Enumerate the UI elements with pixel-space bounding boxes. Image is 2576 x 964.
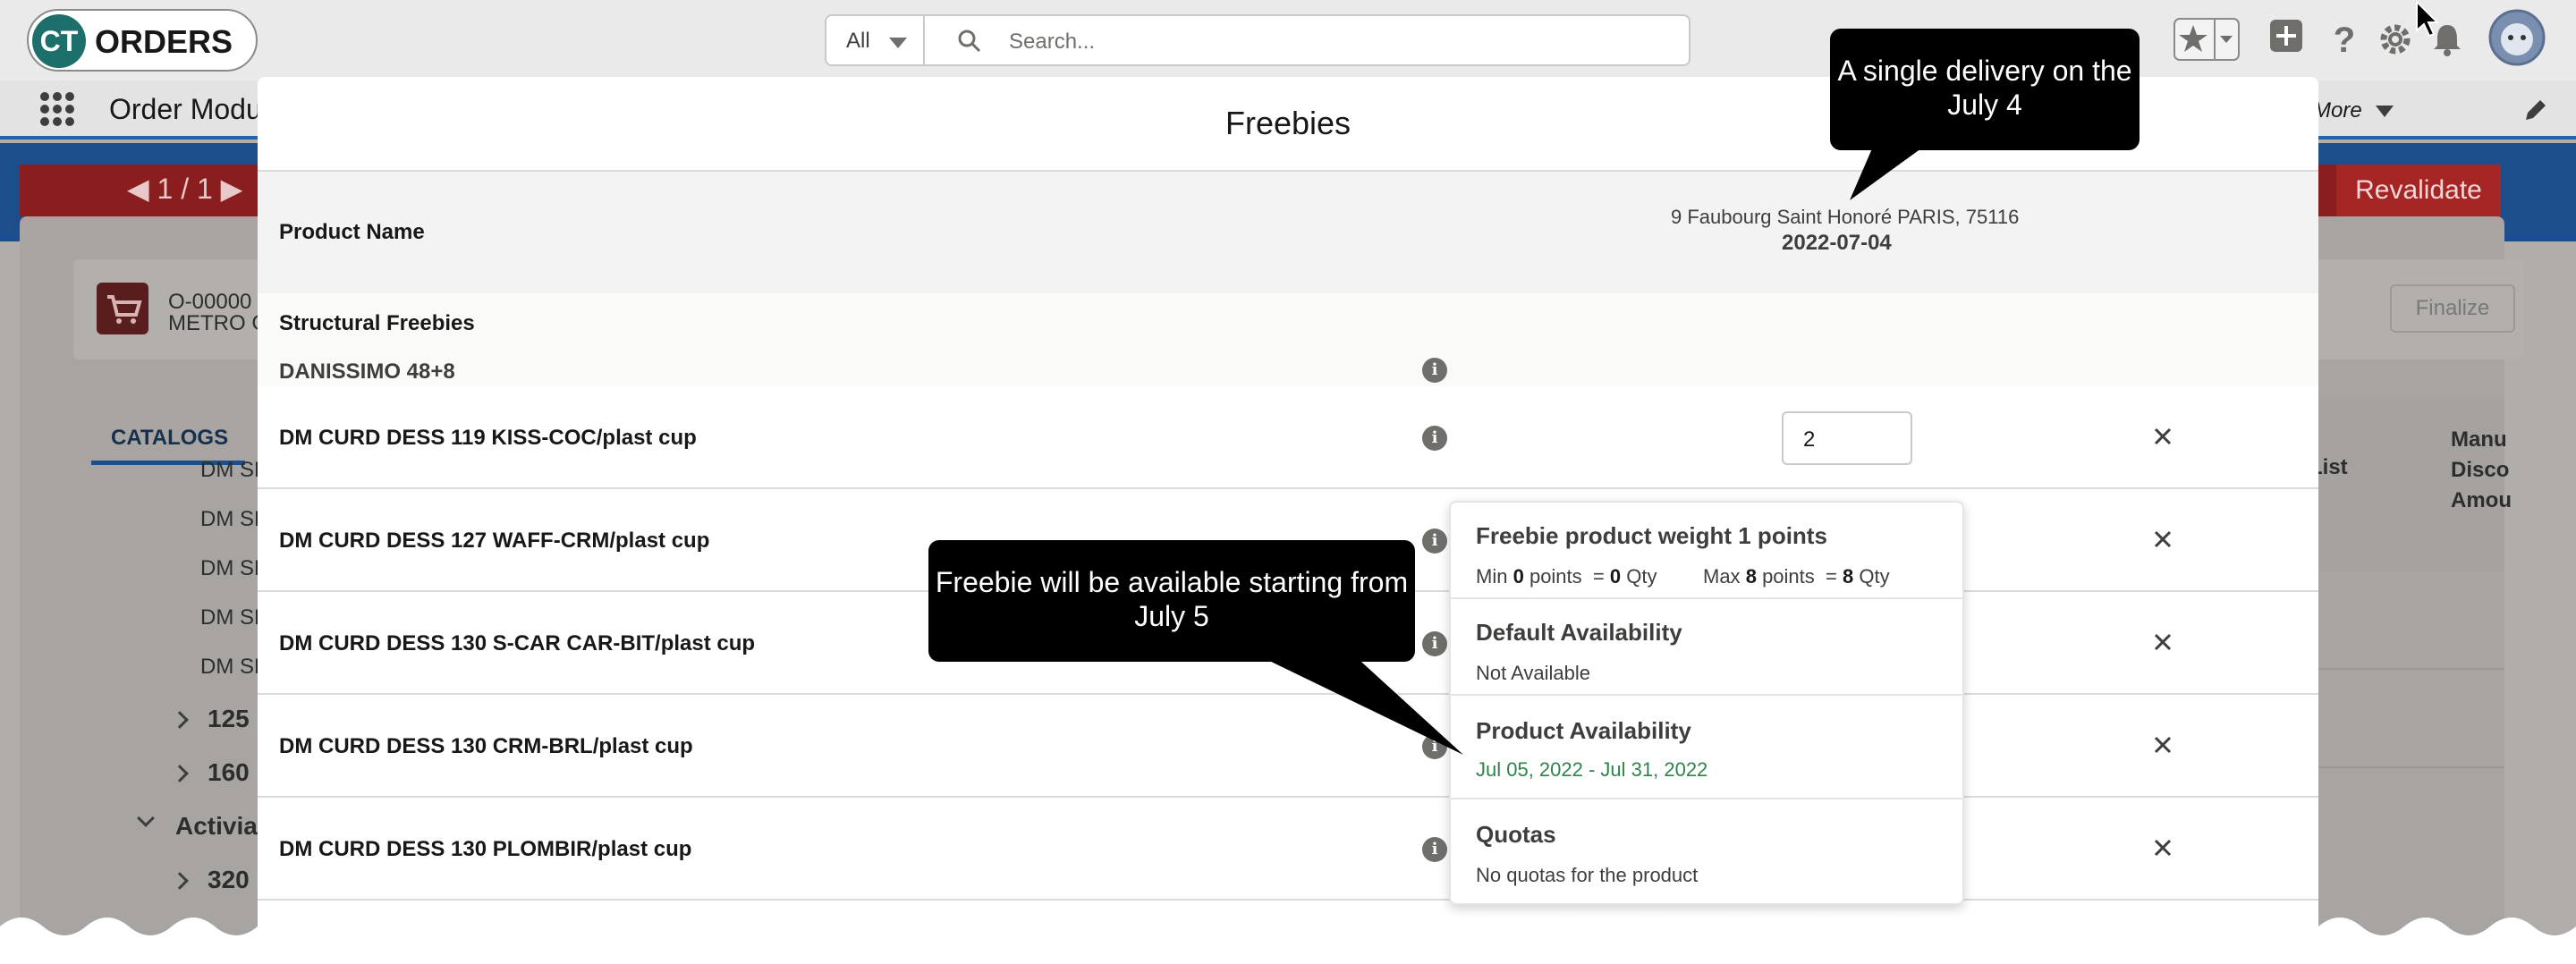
cart-icon	[97, 283, 148, 334]
more-nav-link[interactable]: More	[2313, 98, 2362, 123]
close-icon[interactable]	[2152, 837, 2174, 858]
default-availability-value: Not Available	[1476, 662, 1591, 684]
close-icon[interactable]	[2152, 426, 2174, 447]
points-label: points	[1762, 565, 1815, 588]
product-name: DM CURD DESS 130 PLOMBIR/plast cup	[279, 837, 692, 861]
global-header: CT ORDERS All Search... ?	[0, 0, 2576, 80]
search-placeholder: Search...	[1009, 30, 1096, 54]
min-max-line: Min 0 points = 0 Qty	[1476, 565, 1657, 588]
equals-sign: =	[1826, 565, 1837, 588]
chevron-right-icon[interactable]	[171, 711, 189, 729]
pencil-icon[interactable]	[2522, 97, 2549, 123]
help-icon[interactable]: ?	[2329, 21, 2360, 57]
chevron-down-icon	[889, 38, 907, 48]
global-search-input[interactable]: Search...	[923, 14, 1690, 66]
logo-badge: CT	[32, 14, 86, 68]
torn-edge	[0, 917, 2576, 964]
table-header: Product Name 9 Faubourg Saint Honoré PAR…	[258, 172, 2318, 293]
product-availability-value: Jul 05, 2022 - Jul 31, 2022	[1476, 758, 1708, 781]
record-pager[interactable]: ◀ 1 / 1 ▶	[127, 172, 242, 206]
svg-text:?: ?	[2334, 21, 2355, 57]
app-launcher-icon[interactable]	[39, 91, 75, 127]
column-header-line: Manu	[2451, 427, 2507, 452]
delivery-date: 2022-07-04	[1782, 231, 1892, 255]
info-icon[interactable]: i	[1422, 358, 1447, 383]
max-line: Max 8 points = 8 Qty	[1703, 565, 1890, 588]
popover-quotas: Quotas No quotas for the product	[1451, 799, 1962, 903]
column-header-line: Amou	[2451, 488, 2512, 512]
table-row: DM CURD DESS 119 KISS-COC/plast cup i 2	[258, 386, 2318, 489]
popover-product-availability: Product Availability Jul 05, 2022 - Jul …	[1451, 696, 1962, 799]
info-icon[interactable]: i	[1422, 837, 1447, 862]
quantity-input[interactable]: 2	[1782, 411, 1912, 465]
min-label: Min	[1476, 565, 1508, 588]
tree-node-activia[interactable]: Activia	[175, 812, 258, 841]
chevron-down-icon[interactable]	[137, 809, 155, 827]
min-points: 0	[1513, 565, 1524, 588]
add-icon[interactable]	[2268, 18, 2304, 54]
group-subtitle: DANISSIMO 48+8	[279, 359, 455, 384]
close-icon[interactable]	[2152, 529, 2174, 550]
group-title: Structural Freebies	[279, 311, 475, 335]
annotation-callout-delivery: A single delivery on the July 4	[1830, 29, 2140, 150]
avatar[interactable]	[2488, 9, 2546, 66]
max-label: Max	[1703, 565, 1741, 588]
product-name: DM CURD DESS 119 KISS-COC/plast cup	[279, 426, 697, 450]
column-manual-discount: Manu Disco Amou	[2451, 425, 2512, 516]
order-id-line: O-00000	[168, 290, 252, 314]
quotas-title: Quotas	[1476, 821, 1556, 848]
close-icon[interactable]	[2152, 734, 2174, 756]
column-header-line: Disco	[2451, 458, 2510, 482]
product-availability-title: Product Availability	[1476, 717, 1691, 744]
freebie-group-header: Structural Freebies DANISSIMO 48+8 i	[258, 293, 2318, 386]
mouse-cursor-icon	[2416, 0, 2440, 38]
popover-weight-section: Freebie product weight 1 points Min 0 po…	[1451, 503, 1962, 599]
max-qty: 8	[1843, 565, 1854, 588]
min-qty: 0	[1609, 565, 1622, 588]
max-points: 8	[1745, 565, 1757, 588]
product-name: DM CURD DESS 127 WAFF-CRM/plast cup	[279, 529, 710, 553]
logo-text: ORDERS	[95, 23, 233, 60]
popover-default-availability: Default Availability Not Available	[1451, 599, 1962, 696]
equals-sign: =	[1592, 565, 1605, 588]
chevron-right-icon[interactable]	[171, 765, 189, 782]
app-logo[interactable]: CT ORDERS	[27, 9, 258, 72]
order-account-line: METRO G	[168, 311, 268, 335]
search-icon	[958, 30, 981, 53]
delivery-address: 9 Faubourg Saint Honoré PARIS, 75116	[1671, 206, 2020, 228]
search-scope-value: All	[846, 29, 870, 53]
points-label: points	[1529, 565, 1582, 588]
info-icon[interactable]: i	[1422, 529, 1447, 554]
close-icon[interactable]	[2152, 631, 2174, 653]
order-number: O-00000 METRO G	[168, 292, 268, 334]
product-name: DM CURD DESS 130 CRM-BRL/plast cup	[279, 734, 693, 758]
column-product-name: Product Name	[279, 220, 425, 244]
pager-text: 1 / 1	[157, 173, 213, 205]
weight-title: Freebie product weight 1 points	[1476, 522, 1827, 549]
qty-label: Qty	[1626, 565, 1657, 588]
table-row: DM CURD DESS 130 PLOMBIR/plast cup i	[258, 798, 2318, 901]
favorites-star-icon[interactable]	[2174, 18, 2240, 61]
qty-label: Qty	[1859, 565, 1890, 588]
freebie-info-popover: Freebie product weight 1 points Min 0 po…	[1449, 501, 1964, 905]
finalize-button[interactable]: Finalize	[2390, 284, 2515, 333]
annotation-callout-freebie: Freebie will be available starting from …	[928, 540, 1415, 662]
chevron-down-icon	[2376, 106, 2394, 117]
info-icon[interactable]: i	[1422, 426, 1447, 451]
search-scope-select[interactable]: All	[825, 14, 925, 66]
chevron-right-icon[interactable]	[171, 872, 189, 890]
tree-node-125[interactable]: 125	[208, 705, 250, 733]
gear-icon[interactable]	[2377, 21, 2413, 57]
product-name: DM CURD DESS 130 S-CAR CAR-BIT/plast cup	[279, 631, 756, 655]
default-availability-title: Default Availability	[1476, 619, 1682, 646]
revalidate-button[interactable]: Revalidate	[2336, 165, 2501, 216]
tree-node-160[interactable]: 160	[208, 758, 250, 787]
app-name: Order Modu	[109, 93, 262, 125]
quotas-value: No quotas for the product	[1476, 864, 1699, 886]
freebies-modal: Freebies Product Name 9 Faubourg Saint H…	[258, 77, 2318, 964]
tree-node-320[interactable]: 320	[208, 866, 250, 894]
